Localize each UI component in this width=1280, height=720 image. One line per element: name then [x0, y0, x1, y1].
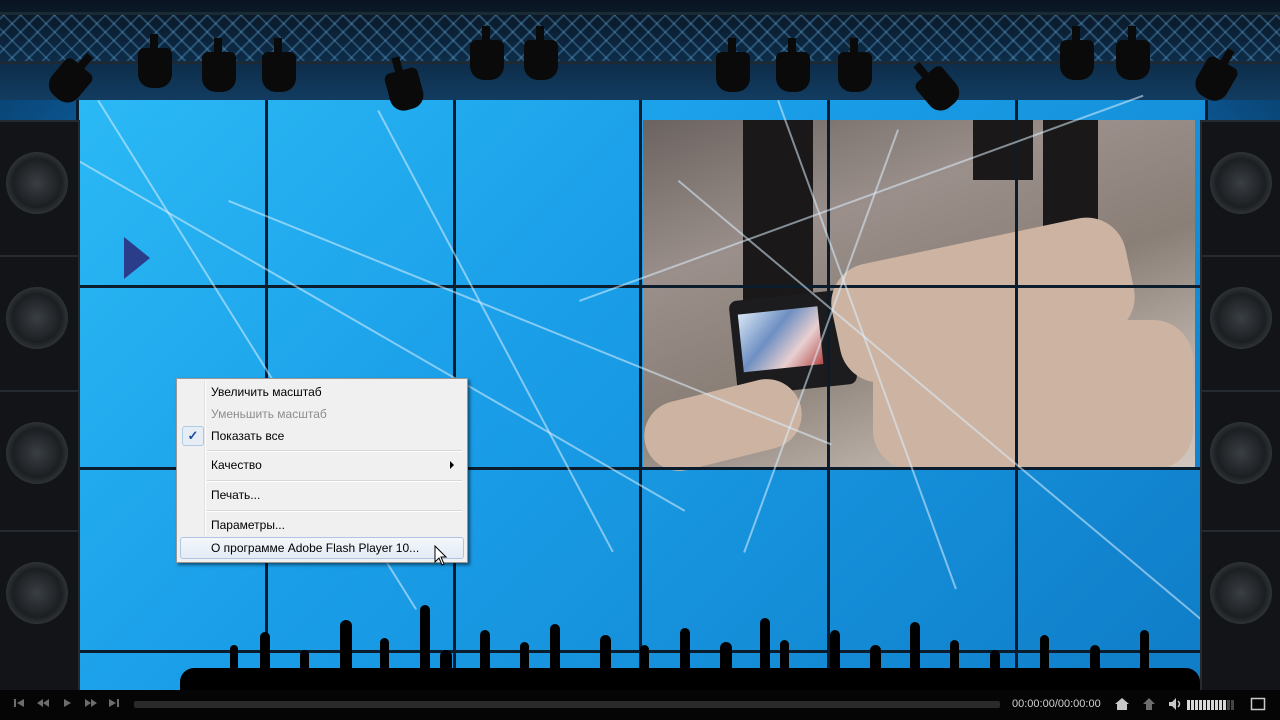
volume-bar: [1207, 700, 1210, 710]
menu-separator: [207, 510, 462, 512]
stage-light: [470, 26, 504, 80]
stage-light: [1116, 26, 1150, 80]
speaker-left-1: [0, 120, 80, 264]
menu-item-label: Уменьшить масштаб: [211, 407, 327, 421]
volume-bar: [1231, 700, 1234, 710]
video-panel: [636, 120, 1195, 479]
menu-item-label: Параметры...: [211, 518, 285, 532]
crowd-heads: [180, 668, 1200, 690]
volume-bar: [1199, 700, 1202, 710]
speaker-right-4: [1200, 530, 1280, 690]
speaker-left-2: [0, 255, 80, 399]
seek-bar[interactable]: [134, 701, 1000, 708]
menu-item-settings[interactable]: Параметры...: [180, 515, 462, 535]
stage-light: [838, 38, 872, 92]
volume-bar: [1223, 700, 1226, 710]
menu-item-quality[interactable]: Качество: [180, 455, 462, 475]
fullscreen-icon[interactable]: [1250, 697, 1266, 715]
menu-item-zoom-in[interactable]: Увеличить масштаб: [180, 382, 462, 402]
stage-light: [716, 38, 750, 92]
volume-bar: [1187, 700, 1190, 710]
volume-bar: [1195, 700, 1198, 710]
volume-icon[interactable]: [1168, 697, 1184, 715]
skip-end-icon[interactable]: [108, 697, 120, 713]
stage-light: [524, 26, 558, 80]
menu-item-about[interactable]: О программе Adobe Flash Player 10...: [180, 537, 464, 559]
volume-bar: [1215, 700, 1218, 710]
menu-item-show-all[interactable]: ✓ Показать все: [180, 426, 462, 446]
checkmark-icon: ✓: [182, 426, 204, 446]
speaker-left-4: [0, 530, 80, 690]
menu-item-label: Увеличить масштаб: [211, 385, 322, 399]
menu-item-label: Показать все: [211, 429, 285, 443]
stage-light: [202, 38, 236, 92]
crowd-silhouette: [80, 600, 1200, 690]
stage-light: [138, 34, 172, 88]
fast-forward-icon[interactable]: [84, 697, 98, 713]
time-display: 00:00:00/00:00:00: [1012, 698, 1101, 710]
up-icon[interactable]: [1142, 697, 1156, 715]
volume-bar: [1211, 700, 1214, 710]
mouse-pointer-icon: [434, 544, 448, 572]
speaker-left-3: [0, 390, 80, 534]
stage-light: [1060, 26, 1094, 80]
volume-bar: [1227, 700, 1230, 710]
play-triangle-icon: [124, 237, 150, 279]
menu-item-print[interactable]: Печать...: [180, 485, 462, 505]
menu-separator: [207, 450, 462, 452]
speaker-right-1: [1200, 120, 1280, 264]
volume-slider[interactable]: [1187, 700, 1247, 710]
volume-bar: [1219, 700, 1222, 710]
screen-grid-line: [79, 285, 1205, 288]
menu-item-label: Качество: [211, 458, 262, 472]
speaker-right-2: [1200, 255, 1280, 399]
volume-bar: [1191, 700, 1194, 710]
stage-light: [776, 38, 810, 92]
stage-light: [262, 38, 296, 92]
play-icon[interactable]: [62, 697, 72, 713]
menu-separator: [207, 480, 462, 482]
rewind-icon[interactable]: [36, 697, 50, 713]
flash-context-menu: Увеличить масштаб Уменьшить масштаб ✓ По…: [176, 378, 468, 563]
skip-start-icon[interactable]: [13, 697, 25, 713]
menu-item-label: Печать...: [211, 488, 261, 502]
menu-item-label: О программе Adobe Flash Player 10...: [211, 541, 420, 555]
speaker-right-3: [1200, 390, 1280, 534]
submenu-arrow-icon: [450, 461, 454, 469]
volume-bar: [1203, 700, 1206, 710]
flash-stage[interactable]: [0, 0, 1280, 690]
menu-item-zoom-out[interactable]: Уменьшить масштаб: [180, 404, 462, 424]
home-icon[interactable]: [1114, 697, 1130, 715]
